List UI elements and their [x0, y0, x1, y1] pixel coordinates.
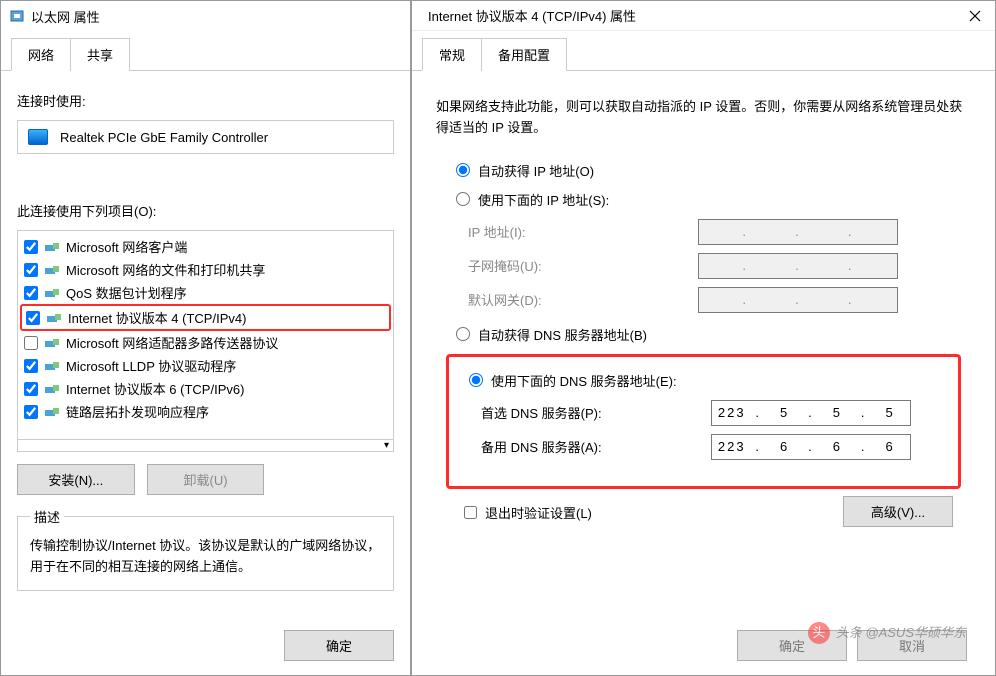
service-icon	[44, 287, 60, 299]
ok-button[interactable]: 确定	[284, 630, 394, 661]
protocol-icon	[44, 383, 60, 395]
item-label: Microsoft 网络客户端	[66, 237, 187, 256]
description-legend: 描述	[30, 507, 64, 526]
ip-auto-label: 自动获得 IP 地址(O)	[478, 161, 594, 180]
tab-network[interactable]: 网络	[11, 38, 71, 71]
item-label: Internet 协议版本 6 (TCP/IPv6)	[66, 379, 244, 398]
service-icon	[44, 264, 60, 276]
protocol-icon	[46, 312, 62, 324]
item-checkbox[interactable]	[26, 311, 40, 325]
protocol-icon	[44, 337, 60, 349]
tab-bar: 网络 共享	[1, 31, 410, 71]
item-checkbox[interactable]	[24, 359, 38, 373]
connection-uses-label: 此连接使用下列项目(O):	[17, 201, 394, 220]
items-list[interactable]: Microsoft 网络客户端 Microsoft 网络的文件和打印机共享 QoS …	[17, 230, 394, 440]
protocol-icon	[44, 406, 60, 418]
description-box: 描述 传输控制协议/Internet 协议。该协议是默认的广域网络协议，用于在不…	[17, 507, 394, 591]
list-item[interactable]: Internet 协议版本 6 (TCP/IPv6)	[20, 377, 391, 400]
tab-sharing[interactable]: 共享	[70, 38, 130, 71]
install-button[interactable]: 安装(N)...	[17, 464, 135, 495]
scroll-indicator-icon: ▾	[384, 440, 393, 451]
item-checkbox[interactable]	[24, 382, 38, 396]
uninstall-button: 卸载(U)	[147, 464, 265, 495]
description-text: 传输控制协议/Internet 协议。该协议是默认的广域网络协议，用于在不同的相…	[30, 536, 381, 578]
item-checkbox[interactable]	[24, 286, 38, 300]
list-item[interactable]: QoS 数据包计划程序	[20, 281, 391, 304]
list-item[interactable]: 链路层拓扑发现响应程序	[20, 400, 391, 423]
list-item[interactable]: Microsoft 网络适配器多路传送器协议	[20, 331, 391, 354]
subnet-input: ...	[698, 253, 898, 279]
tab-general[interactable]: 常规	[422, 38, 482, 71]
window-title: Internet 协议版本 4 (TCP/IPv4) 属性	[420, 6, 987, 25]
dns-manual-label: 使用下面的 DNS 服务器地址(E):	[491, 371, 677, 390]
close-button[interactable]	[955, 1, 995, 31]
gateway-label: 默认网关(D):	[468, 290, 698, 309]
service-icon	[44, 241, 60, 253]
validate-on-exit-checkbox[interactable]	[464, 506, 477, 519]
tab-bar: 常规 备用配置	[412, 31, 995, 71]
dns-alternate-label: 备用 DNS 服务器(A):	[481, 437, 711, 456]
dns-auto-radio[interactable]	[456, 327, 470, 341]
item-label: Microsoft 网络的文件和打印机共享	[66, 260, 265, 279]
intro-text: 如果网络支持此功能，则可以获取自动指派的 IP 设置。否则，你需要从网络系统管理…	[436, 97, 971, 139]
ok-button[interactable]: 确定	[737, 630, 847, 661]
item-checkbox[interactable]	[24, 336, 38, 350]
validate-on-exit-label: 退出时验证设置(L)	[485, 503, 592, 522]
list-item[interactable]: Microsoft LLDP 协议驱动程序	[20, 354, 391, 377]
item-label: Microsoft LLDP 协议驱动程序	[66, 356, 236, 375]
ip-address-input: ...	[698, 219, 898, 245]
advanced-button[interactable]: 高级(V)...	[843, 496, 953, 527]
dns-preferred-input[interactable]: 223. 5. 5. 5	[711, 400, 911, 426]
ip-auto-radio[interactable]	[456, 163, 470, 177]
titlebar[interactable]: 以太网 属性	[1, 1, 410, 31]
titlebar[interactable]: Internet 协议版本 4 (TCP/IPv4) 属性	[412, 1, 995, 31]
list-item[interactable]: Microsoft 网络客户端	[20, 235, 391, 258]
item-checkbox[interactable]	[24, 240, 38, 254]
list-item[interactable]: Microsoft 网络的文件和打印机共享	[20, 258, 391, 281]
dns-auto-label: 自动获得 DNS 服务器地址(B)	[478, 325, 647, 344]
cancel-button[interactable]: 取消	[857, 630, 967, 661]
connect-using-label: 连接时使用:	[17, 91, 394, 110]
dns-manual-block: 使用下面的 DNS 服务器地址(E): 首选 DNS 服务器(P): 223. …	[446, 354, 961, 489]
dns-manual-radio[interactable]	[469, 373, 483, 387]
ip-manual-radio[interactable]	[456, 192, 470, 206]
adapter-name: Realtek PCIe GbE Family Controller	[60, 130, 268, 145]
subnet-label: 子网掩码(U):	[468, 256, 698, 275]
ip-address-label: IP 地址(I):	[468, 222, 698, 241]
dns-alternate-input[interactable]: 223. 6. 6. 6	[711, 434, 911, 460]
adapter-icon	[28, 129, 48, 145]
item-label: Internet 协议版本 4 (TCP/IPv4)	[68, 308, 246, 327]
adapter-box: Realtek PCIe GbE Family Controller	[17, 120, 394, 154]
window-title: 以太网 属性	[31, 7, 402, 26]
ip-manual-label: 使用下面的 IP 地址(S):	[478, 190, 609, 209]
protocol-icon	[44, 360, 60, 372]
gateway-input: ...	[698, 287, 898, 313]
item-label: Microsoft 网络适配器多路传送器协议	[66, 333, 278, 352]
item-checkbox[interactable]	[24, 263, 38, 277]
dns-preferred-label: 首选 DNS 服务器(P):	[481, 403, 711, 422]
tab-alternate[interactable]: 备用配置	[481, 38, 567, 71]
item-label: 链路层拓扑发现响应程序	[66, 402, 209, 421]
list-item[interactable]: Internet 协议版本 4 (TCP/IPv4)	[20, 304, 391, 331]
close-icon	[969, 10, 981, 22]
item-checkbox[interactable]	[24, 405, 38, 419]
item-label: QoS 数据包计划程序	[66, 283, 187, 302]
ipv4-properties-window: Internet 协议版本 4 (TCP/IPv4) 属性 常规 备用配置 如果…	[411, 0, 996, 676]
ethernet-properties-window: 以太网 属性 网络 共享 连接时使用: Realtek PCIe GbE Fam…	[0, 0, 411, 676]
ethernet-icon	[9, 8, 25, 24]
